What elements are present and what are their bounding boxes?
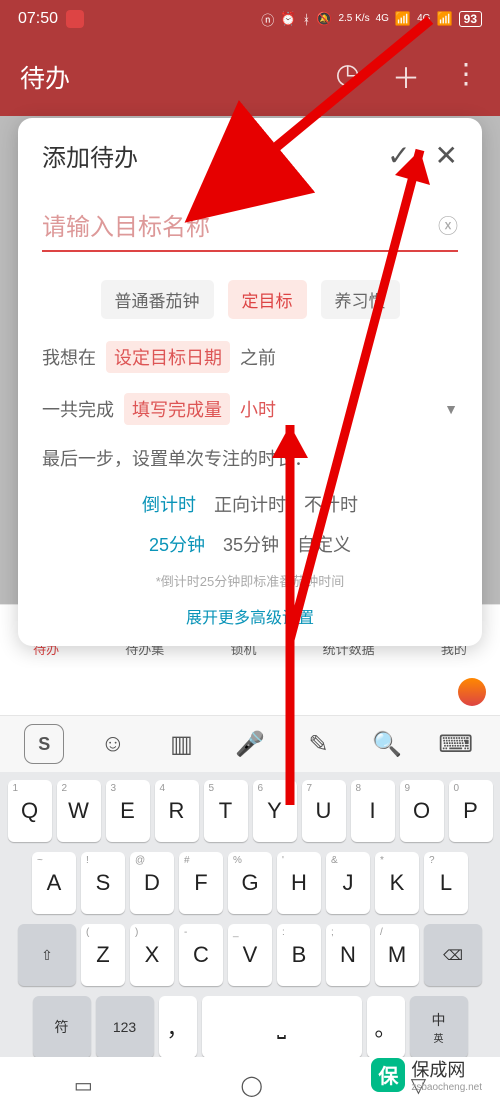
key-y[interactable]: 6Y xyxy=(253,780,297,842)
signal-bars-2-icon: 📶 xyxy=(436,11,452,27)
add-todo-dialog: 添加待办 ✓ ✕ 请输入目标名称 ⓧ 普通番茄钟 定目标 养习惯 我想在 设定目… xyxy=(18,118,482,646)
key-u[interactable]: 7U xyxy=(302,780,346,842)
duration-row: 25分钟 35分钟 自定义 xyxy=(42,531,458,557)
key-m[interactable]: /M xyxy=(375,924,419,986)
sys-recent[interactable]: ▭ xyxy=(74,1073,93,1098)
close-button[interactable]: ✕ xyxy=(435,139,458,172)
key-w[interactable]: 2W xyxy=(57,780,101,842)
key-n[interactable]: ;N xyxy=(326,924,370,986)
voice-icon[interactable]: 🎤 xyxy=(230,724,270,764)
key-c[interactable]: -C xyxy=(179,924,223,986)
sys-home[interactable]: ◯ xyxy=(241,1073,263,1098)
key-shift[interactable]: ⇧ xyxy=(18,924,76,986)
key-q[interactable]: 1Q xyxy=(8,780,52,842)
step-label: 最后一步，设置单次专注的时长： xyxy=(42,445,458,471)
key-i[interactable]: 8I xyxy=(351,780,395,842)
emoji-icon[interactable]: ☺ xyxy=(93,724,133,764)
type-habit[interactable]: 养习惯 xyxy=(321,280,400,319)
signal-1: 4G xyxy=(376,14,389,24)
key-x[interactable]: )X xyxy=(130,924,174,986)
mode-none[interactable]: 不计时 xyxy=(304,491,358,517)
clear-icon[interactable]: ⓧ xyxy=(438,210,458,239)
key-p[interactable]: 0P xyxy=(449,780,493,842)
signal-2: 4G xyxy=(417,14,430,24)
key-v[interactable]: _V xyxy=(228,924,272,986)
key-z[interactable]: (Z xyxy=(81,924,125,986)
status-icons: ⓝ ⏰ ᚼ 🔕 2.5 K/s 4G 📶 4G 📶 93 xyxy=(261,10,482,29)
notification-icon xyxy=(66,10,84,28)
expand-advanced[interactable]: 展开更多高级设置 xyxy=(42,604,458,628)
key-numbers[interactable]: 123 xyxy=(96,996,154,1058)
signal-bars-1-icon: 📶 xyxy=(395,11,411,27)
watermark-text: 保成网 xyxy=(411,1056,482,1082)
type-pomodoro[interactable]: 普通番茄钟 xyxy=(101,280,214,319)
mode-countup[interactable]: 正向计时 xyxy=(214,491,286,517)
nfc-icon: ⓝ xyxy=(261,10,274,29)
status-time: 07:50 xyxy=(18,10,58,28)
mute-icon: 🔕 xyxy=(316,11,332,27)
dur-25[interactable]: 25分钟 xyxy=(149,531,205,557)
key-b[interactable]: :B xyxy=(277,924,321,986)
chevron-down-icon[interactable]: ▼ xyxy=(444,401,458,417)
key-comma[interactable]: ， xyxy=(159,996,197,1058)
timer-mode-row: 倒计时 正向计时 不计时 xyxy=(42,491,458,517)
hint-text: *倒计时25分钟即标准番茄钟时间 xyxy=(42,571,458,590)
key-t[interactable]: 5T xyxy=(204,780,248,842)
mode-countdown[interactable]: 倒计时 xyxy=(142,491,196,517)
key-k[interactable]: *K xyxy=(375,852,419,914)
ime-candidate-bar xyxy=(0,668,500,716)
confirm-button[interactable]: ✓ xyxy=(387,139,410,172)
key-symbols[interactable]: 符 xyxy=(33,996,91,1058)
unit-select[interactable]: 小时 xyxy=(240,396,276,422)
deadline-line: 我想在 设定目标日期 之前 xyxy=(42,341,458,373)
type-goal[interactable]: 定目标 xyxy=(228,280,307,319)
ime-toolbar: S ☺ ▥ 🎤 ✎ 🔍 ⌨ xyxy=(0,716,500,772)
keyboard-settings-icon[interactable]: ⌨ xyxy=(436,724,476,764)
key-h[interactable]: 'H xyxy=(277,852,321,914)
watermark-badge-icon: 保 xyxy=(371,1058,405,1092)
watermark-url: zsbaocheng.net xyxy=(411,1082,482,1093)
type-selector: 普通番茄钟 定目标 养习惯 xyxy=(42,280,458,319)
ime-avatar-icon[interactable] xyxy=(458,678,486,706)
dur-35[interactable]: 35分钟 xyxy=(223,531,279,557)
more-icon[interactable]: ⋮ xyxy=(452,57,480,97)
key-l[interactable]: ?L xyxy=(424,852,468,914)
key-s[interactable]: !S xyxy=(81,852,125,914)
key-space[interactable]: ⎵ xyxy=(202,996,362,1058)
key-f[interactable]: #F xyxy=(179,852,223,914)
key-j[interactable]: &J xyxy=(326,852,370,914)
dur-custom[interactable]: 自定义 xyxy=(297,531,351,557)
deadline-token[interactable]: 设定目标日期 xyxy=(106,341,230,373)
add-icon[interactable]: ＋ xyxy=(392,57,420,97)
search-icon[interactable]: 🔍 xyxy=(367,724,407,764)
key-language[interactable]: 中英 xyxy=(410,996,468,1058)
watermark: 保 保成网 zsbaocheng.net xyxy=(363,1052,490,1097)
key-period[interactable]: 。 xyxy=(367,996,405,1058)
clipboard-icon[interactable]: ▥ xyxy=(161,724,201,764)
page-title: 待办 xyxy=(20,59,336,95)
sogou-logo-icon[interactable]: S xyxy=(24,724,64,764)
key-r[interactable]: 4R xyxy=(155,780,199,842)
app-header: 待办 ◷ ＋ ⋮ xyxy=(0,38,500,116)
history-icon[interactable]: ◷ xyxy=(336,57,360,97)
key-d[interactable]: @D xyxy=(130,852,174,914)
key-e[interactable]: 3E xyxy=(106,780,150,842)
amount-token[interactable]: 填写完成量 xyxy=(124,393,230,425)
key-backspace[interactable]: ⌫ xyxy=(424,924,482,986)
dialog-title: 添加待办 xyxy=(42,138,387,173)
key-g[interactable]: %G xyxy=(228,852,272,914)
handwrite-icon[interactable]: ✎ xyxy=(299,724,339,764)
goal-name-input[interactable]: 请输入目标名称 ⓧ xyxy=(42,199,458,252)
net-speed: 2.5 K/s xyxy=(338,14,369,24)
input-placeholder: 请输入目标名称 xyxy=(42,207,438,242)
bluetooth-icon: ᚼ xyxy=(302,12,310,27)
key-a[interactable]: ~A xyxy=(32,852,76,914)
key-o[interactable]: 9O xyxy=(400,780,444,842)
soft-keyboard: 1Q2W3E4R5T6Y7U8I9O0P ~A!S@D#F%G'H&J*K?L … xyxy=(0,772,500,1072)
alarm-icon: ⏰ xyxy=(280,11,296,27)
status-bar: 07:50 ⓝ ⏰ ᚼ 🔕 2.5 K/s 4G 📶 4G 📶 93 xyxy=(0,0,500,38)
amount-line: 一共完成 填写完成量 小时 ▼ xyxy=(42,393,458,425)
battery-level: 93 xyxy=(459,11,482,27)
